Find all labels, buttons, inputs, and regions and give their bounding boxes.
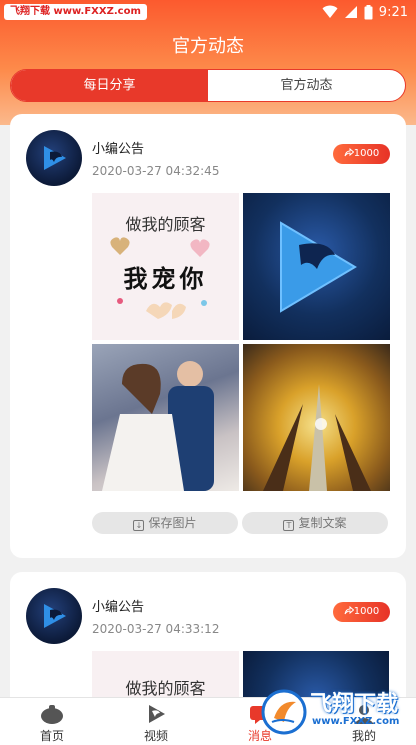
download-icon: ↓ — [133, 520, 145, 531]
post-image[interactable]: 做我的顾客 我宠你 — [92, 193, 239, 340]
avatar — [26, 130, 82, 186]
watermark-text: 飞翔下载 — [310, 692, 399, 717]
app-logo-icon — [44, 146, 66, 170]
share-count: 1000 — [353, 606, 380, 617]
share-icon — [344, 147, 355, 157]
tab-daily-share[interactable]: 每日分享 — [11, 70, 208, 101]
tab-official-news[interactable]: 官方动态 — [208, 70, 405, 101]
nav-item-home[interactable]: 首页 — [0, 698, 104, 745]
post-image[interactable] — [243, 193, 390, 340]
forest-photo-icon — [263, 384, 371, 491]
tab-bar: 每日分享 官方动态 — [10, 69, 406, 102]
home-icon — [41, 705, 63, 724]
copy-text-button[interactable]: T 复制文案 — [242, 512, 388, 534]
app-logo-icon — [44, 604, 66, 628]
watermark-logo-icon — [261, 689, 307, 735]
video-icon — [149, 705, 165, 723]
post-time: 2020-03-27 04:33:12 — [92, 622, 220, 636]
status-bar: 飞翔下载 www.FXXZ.com 9:21 — [0, 0, 416, 24]
post-image[interactable] — [92, 344, 239, 491]
image-slogan: 我宠你 — [123, 265, 208, 293]
status-time: 9:21 — [378, 4, 408, 20]
share-button[interactable]: 1000 — [333, 144, 390, 164]
battery-icon — [364, 4, 373, 19]
save-image-button[interactable]: ↓ 保存图片 — [92, 512, 238, 534]
share-icon — [344, 605, 355, 615]
text-icon: T — [283, 520, 295, 531]
post-time: 2020-03-27 04:32:45 — [92, 164, 220, 178]
page-title: 官方动态 — [172, 36, 244, 57]
signal-icon — [344, 6, 357, 18]
watermark-badge: 飞翔下载 www.FXXZ.com — [4, 4, 147, 20]
nav-label: 首页 — [39, 729, 64, 743]
image-caption: 做我的顾客 — [125, 679, 206, 698]
post-author: 小编公告 — [92, 142, 145, 157]
avatar — [26, 588, 82, 644]
save-image-label: 保存图片 — [148, 516, 197, 530]
status-icons: 9:21 — [322, 3, 408, 21]
post-card: 小编公告 2020-03-27 04:32:45 1000 做我的顾客 我宠你 — [10, 114, 406, 558]
post-author: 小编公告 — [92, 600, 145, 615]
share-button[interactable]: 1000 — [333, 602, 390, 622]
app-logo-icon — [280, 221, 357, 313]
post-image-grid: 做我的顾客 我宠你 — [92, 193, 390, 491]
wifi-icon — [322, 5, 338, 18]
couple-photo-icon — [102, 361, 214, 491]
nav-label: 视频 — [143, 729, 168, 743]
watermark-url: www.FXXZ.com — [312, 716, 400, 727]
share-count: 1000 — [353, 148, 380, 159]
post-image[interactable] — [243, 344, 390, 491]
copy-text-label: 复制文案 — [298, 516, 347, 530]
nav-item-video[interactable]: 视频 — [104, 698, 208, 745]
corner-watermark: 飞翔下载 www.FXXZ.com — [260, 686, 412, 742]
